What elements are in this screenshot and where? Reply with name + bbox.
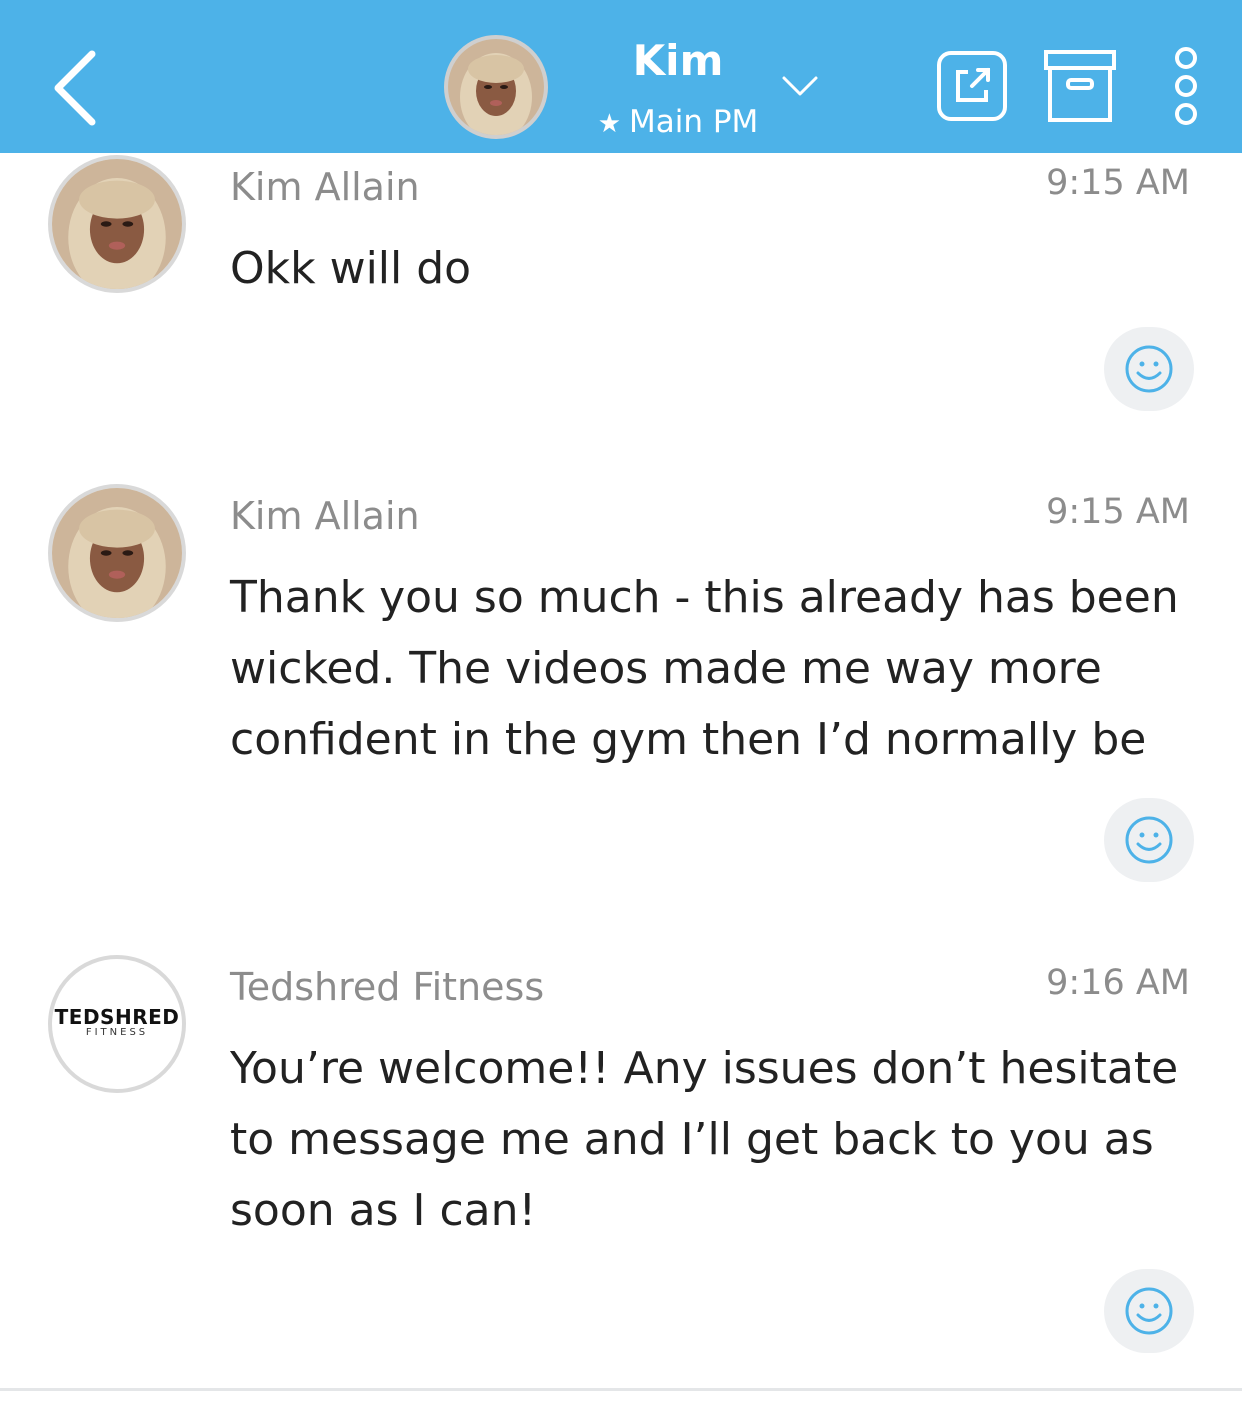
- chevron-left-icon: [54, 50, 96, 126]
- star-icon: ★: [597, 109, 621, 139]
- top-bar: Kim ★ Main PM: [0, 0, 1242, 153]
- message-time: 9:16 AM: [1046, 963, 1190, 1003]
- sender-name: Kim Allain: [230, 165, 420, 209]
- smiley-icon: [1125, 816, 1173, 864]
- sender-name: Tedshred Fitness: [230, 965, 545, 1009]
- divider: [0, 1388, 1242, 1391]
- sender-avatar[interactable]: TEDSHRED FITNESS: [48, 955, 186, 1093]
- conversation-title[interactable]: Kim: [568, 36, 788, 85]
- message-item: Kim Allain 9:15 AM Thank you so much - t…: [0, 482, 1242, 902]
- add-reaction-button[interactable]: [1104, 798, 1194, 882]
- sender-avatar[interactable]: [48, 484, 186, 622]
- more-options-button[interactable]: [1172, 46, 1200, 130]
- add-reaction-button[interactable]: [1104, 327, 1194, 411]
- message-text: Okk will do: [230, 243, 472, 294]
- add-reaction-button[interactable]: [1104, 1269, 1194, 1353]
- smiley-icon: [1125, 345, 1173, 393]
- chevron-down-icon[interactable]: [780, 70, 820, 100]
- header-avatar[interactable]: [444, 35, 548, 139]
- brand-logo: TEDSHRED FITNESS: [54, 1005, 180, 1038]
- message-item: TEDSHRED FITNESS Tedshred Fitness 9:16 A…: [0, 953, 1242, 1373]
- sender-name: Kim Allain: [230, 494, 420, 538]
- subtitle-label: Main PM: [629, 104, 759, 140]
- archive-icon: [1044, 50, 1116, 122]
- sender-avatar[interactable]: [48, 155, 186, 293]
- external-link-icon: [937, 51, 1007, 121]
- more-vertical-icon: [1175, 47, 1197, 125]
- conversation-subtitle[interactable]: ★ Main PM: [578, 104, 778, 140]
- archive-button[interactable]: [1044, 50, 1116, 128]
- message-item: Kim Allain 9:15 AM Okk will do: [0, 153, 1242, 443]
- smiley-icon: [1125, 1287, 1173, 1335]
- message-text: Thank you so much - this already has bee…: [230, 572, 1179, 765]
- back-button[interactable]: [40, 40, 110, 130]
- message-time: 9:15 AM: [1046, 492, 1190, 532]
- message-time: 9:15 AM: [1046, 163, 1190, 203]
- message-text: You’re welcome!! Any issues don’t hesita…: [230, 1043, 1179, 1236]
- open-external-button[interactable]: [936, 50, 1008, 126]
